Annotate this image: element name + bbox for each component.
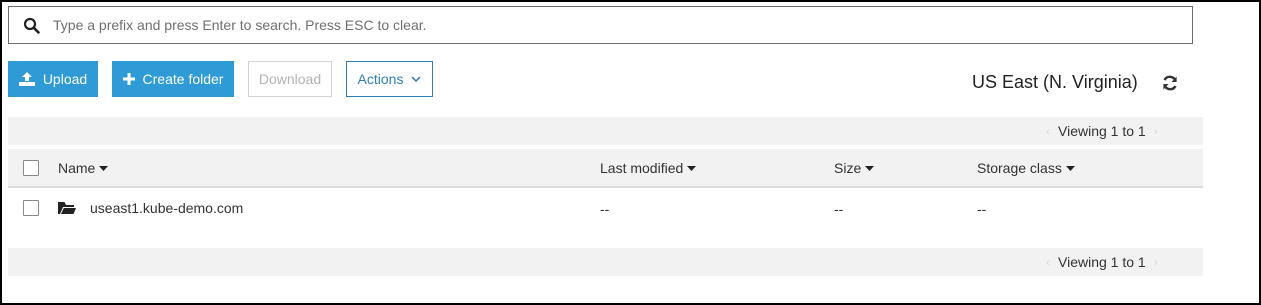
upload-icon xyxy=(18,72,35,86)
table-row[interactable]: useast1.kube-demo.com -- -- -- xyxy=(8,190,1203,228)
row-checkbox[interactable] xyxy=(23,200,39,216)
pagination-top: ‹ Viewing 1 to 1 › xyxy=(1038,123,1168,139)
column-header-name[interactable]: Name xyxy=(58,160,109,176)
create-folder-button-label: Create folder xyxy=(142,71,224,87)
upload-button[interactable]: Upload xyxy=(8,61,98,97)
column-header-storage-class[interactable]: Storage class xyxy=(977,160,1075,176)
plus-icon xyxy=(122,73,135,85)
actions-button-label: Actions xyxy=(357,71,404,87)
column-header-last-modified[interactable]: Last modified xyxy=(600,160,697,176)
sort-caret-icon xyxy=(865,165,875,171)
upload-button-label: Upload xyxy=(42,71,88,87)
folder-icon xyxy=(58,202,76,214)
chevron-left-icon[interactable]: ‹ xyxy=(1046,124,1050,138)
viewing-count-top: Viewing 1 to 1 xyxy=(1058,123,1146,139)
select-all-checkbox[interactable] xyxy=(23,160,39,176)
chevron-left-icon[interactable]: ‹ xyxy=(1046,255,1050,269)
download-button-label: Download xyxy=(258,71,322,87)
refresh-icon[interactable] xyxy=(1161,74,1179,92)
search-icon xyxy=(23,17,40,34)
download-button[interactable]: Download xyxy=(248,61,332,97)
sort-caret-icon xyxy=(1065,165,1075,171)
pagination-bottom: ‹ Viewing 1 to 1 › xyxy=(1038,254,1168,270)
chevron-right-icon[interactable]: › xyxy=(1154,255,1158,269)
region-label: US East (N. Virginia) xyxy=(972,72,1138,92)
column-header-storage-class-label: Storage class xyxy=(977,160,1062,176)
object-name-link[interactable]: useast1.kube-demo.com xyxy=(90,200,243,216)
row-size: -- xyxy=(834,201,844,217)
chevron-right-icon[interactable]: › xyxy=(1154,124,1158,138)
sort-caret-icon xyxy=(687,165,697,171)
search-input[interactable] xyxy=(53,9,1183,41)
column-header-name-label: Name xyxy=(58,160,96,176)
column-header-last-modified-label: Last modified xyxy=(600,160,684,176)
row-last-modified: -- xyxy=(600,201,610,217)
create-folder-button[interactable]: Create folder xyxy=(112,61,234,97)
pagination-bar-bottom: ‹ Viewing 1 to 1 › xyxy=(8,248,1203,276)
table-header: Name Last modified Size Storage class xyxy=(8,149,1203,188)
column-header-size-label: Size xyxy=(834,160,862,176)
column-header-size[interactable]: Size xyxy=(834,160,875,176)
search-box[interactable] xyxy=(8,6,1193,44)
actions-dropdown-button[interactable]: Actions xyxy=(346,61,433,97)
chevron-down-icon xyxy=(411,76,421,82)
sort-caret-icon xyxy=(99,165,109,171)
viewing-count-bottom: Viewing 1 to 1 xyxy=(1058,254,1146,270)
pagination-bar-top: ‹ Viewing 1 to 1 › xyxy=(8,117,1203,145)
row-storage-class: -- xyxy=(977,201,987,217)
